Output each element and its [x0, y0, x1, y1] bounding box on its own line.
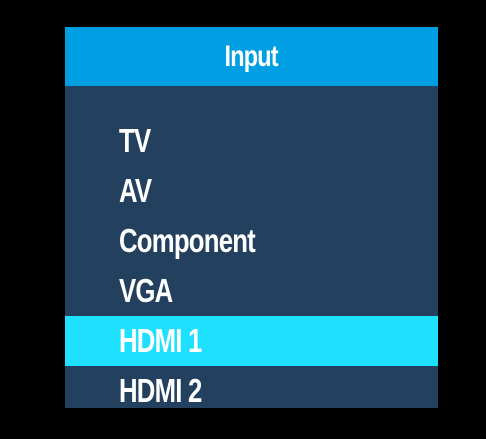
input-option-hdmi-1[interactable]: HDMI 1	[65, 316, 438, 366]
input-option-hdmi-2[interactable]: HDMI 2	[65, 366, 438, 416]
input-option-label: Component	[119, 222, 256, 259]
input-option-label: TV	[119, 122, 151, 159]
input-source-list: TV AV Component VGA HDMI 1 HDMI 2	[65, 116, 438, 416]
input-source-menu: Input TV AV Component VGA HDMI 1 HDMI 2	[65, 27, 438, 409]
input-option-label: HDMI 1	[119, 322, 202, 359]
input-option-av[interactable]: AV	[65, 166, 438, 216]
input-option-label: HDMI 2	[119, 372, 202, 409]
tv-screen: Input TV AV Component VGA HDMI 1 HDMI 2	[0, 0, 486, 439]
input-option-tv[interactable]: TV	[65, 116, 438, 166]
input-option-component[interactable]: Component	[65, 216, 438, 266]
input-option-vga[interactable]: VGA	[65, 266, 438, 316]
menu-title: Input	[224, 39, 279, 73]
input-option-label: VGA	[119, 272, 173, 309]
input-option-label: AV	[119, 172, 152, 209]
menu-header: Input	[65, 27, 438, 86]
